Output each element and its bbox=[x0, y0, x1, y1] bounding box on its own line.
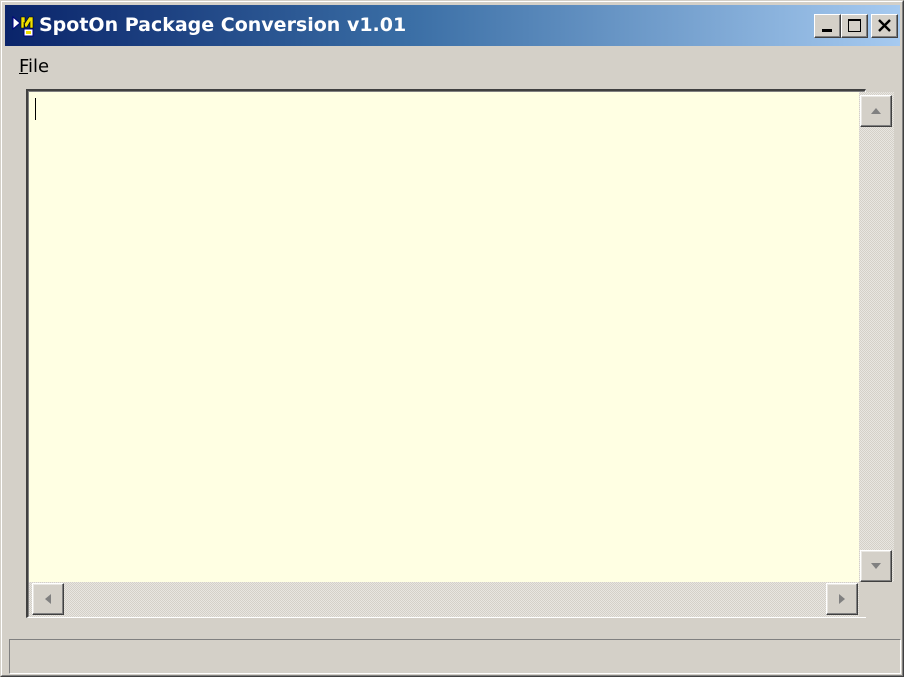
scroll-down-button[interactable] bbox=[860, 550, 892, 582]
arrow-right-icon bbox=[839, 594, 845, 604]
close-button[interactable] bbox=[871, 14, 898, 38]
text-area-frame bbox=[26, 89, 894, 618]
menu-file-label: ile bbox=[28, 56, 50, 77]
menu-file[interactable]: File bbox=[19, 56, 49, 77]
window-controls bbox=[814, 14, 898, 38]
close-icon bbox=[878, 19, 891, 32]
scroll-right-button[interactable] bbox=[826, 583, 858, 615]
text-editor[interactable] bbox=[29, 92, 859, 582]
scroll-up-button[interactable] bbox=[860, 95, 892, 127]
menu-bar: File bbox=[5, 50, 900, 84]
arrow-left-icon bbox=[45, 594, 51, 604]
app-window: SpotOn Package Conversion v1.01 File bbox=[0, 0, 904, 677]
menu-file-accelerator: F bbox=[19, 56, 29, 77]
window-title: SpotOn Package Conversion v1.01 bbox=[39, 14, 407, 36]
app-icon[interactable] bbox=[11, 14, 37, 38]
maximize-icon bbox=[848, 19, 861, 32]
maximize-button[interactable] bbox=[841, 14, 868, 38]
vertical-scrollbar[interactable] bbox=[859, 92, 894, 582]
text-area-border bbox=[28, 91, 894, 617]
scrollbar-corner bbox=[859, 582, 894, 617]
title-bar[interactable]: SpotOn Package Conversion v1.01 bbox=[5, 5, 900, 46]
arrow-up-icon bbox=[871, 108, 881, 114]
minimize-icon bbox=[822, 29, 832, 32]
text-caret bbox=[35, 98, 36, 120]
arrow-down-icon bbox=[871, 563, 881, 569]
scroll-left-button[interactable] bbox=[32, 583, 64, 615]
status-bar bbox=[9, 639, 901, 674]
horizontal-scrollbar[interactable] bbox=[29, 582, 859, 617]
minimize-button[interactable] bbox=[814, 14, 841, 38]
